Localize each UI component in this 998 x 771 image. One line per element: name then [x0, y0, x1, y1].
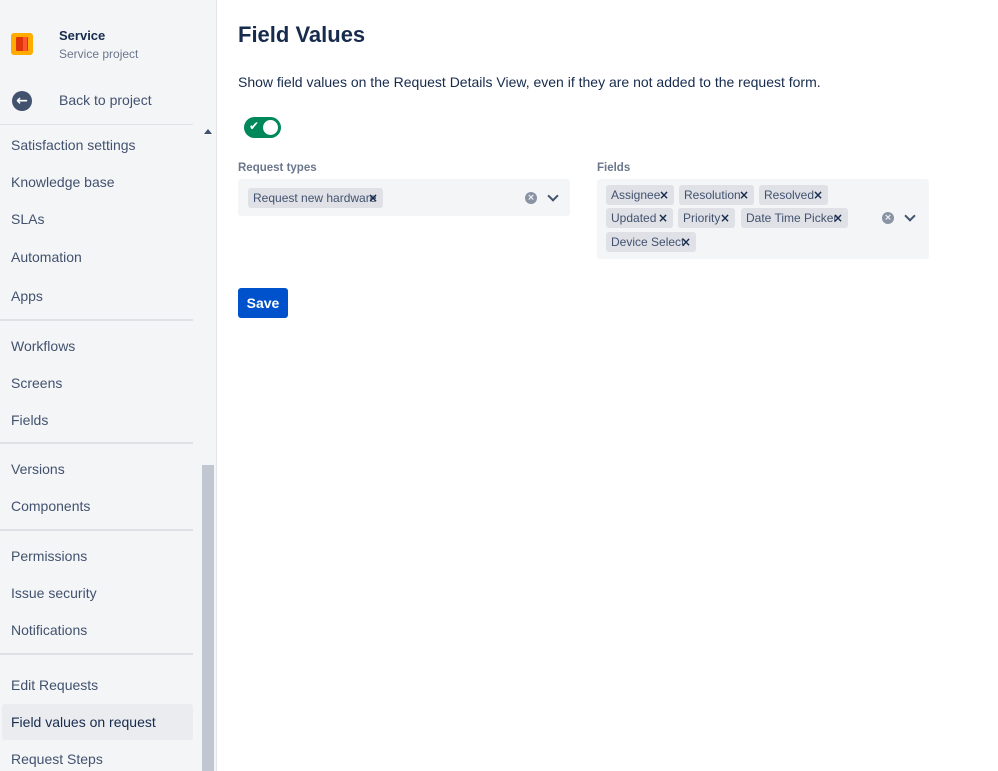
field-tag: Resolution × [679, 185, 754, 205]
sidebar-item-fields[interactable]: Fields [2, 402, 193, 438]
project-logo [11, 33, 33, 55]
remove-tag-icon[interactable]: × [658, 208, 668, 228]
clear-icon[interactable]: × [882, 212, 894, 224]
scrollbar-thumb[interactable] [202, 465, 214, 771]
project-header: Service Service project [0, 0, 200, 80]
page-description: Show field values on the Request Details… [238, 74, 821, 90]
clear-icon[interactable]: × [525, 192, 537, 204]
divider [0, 319, 193, 321]
sidebar-item-satisfaction-settings[interactable]: Satisfaction settings [2, 127, 193, 163]
tag-label: Priority [683, 211, 721, 225]
divider [0, 442, 193, 444]
sidebar-item-components[interactable]: Components [2, 488, 193, 524]
chevron-down-icon[interactable] [547, 190, 559, 202]
tag-label: Request new hardware [253, 191, 377, 205]
remove-tag-icon[interactable]: × [681, 232, 691, 252]
sidebar-item-workflows[interactable]: Workflows [2, 328, 193, 364]
back-to-project-link[interactable]: ← Back to project [0, 85, 200, 117]
flag-accent [23, 37, 27, 51]
sidebar-item-knowledge-base[interactable]: Knowledge base [2, 164, 193, 200]
tag-label: Updated [611, 211, 657, 225]
scroll-up-icon[interactable] [204, 129, 212, 134]
project-type: Service project [59, 47, 139, 61]
sidebar-item-apps[interactable]: Apps [2, 278, 193, 314]
request-type-tag: Request new hardware × [248, 188, 383, 208]
check-icon: ✔ [249, 119, 260, 133]
chevron-down-icon[interactable] [904, 210, 916, 222]
field-tag: Updated × [606, 208, 673, 228]
fields-label: Fields [597, 162, 631, 174]
sidebar-item-edit-requests[interactable]: Edit Requests [2, 667, 193, 703]
sidebar-item-versions[interactable]: Versions [2, 451, 193, 487]
project-name: Service [59, 28, 106, 43]
field-tag: Device Select × [606, 232, 696, 252]
remove-tag-icon[interactable]: × [659, 185, 669, 205]
settings-nav: Satisfaction settings Knowledge base SLA… [0, 125, 200, 771]
sidebar-item-automation[interactable]: Automation [2, 239, 193, 275]
remove-tag-icon[interactable]: × [813, 185, 823, 205]
request-types-label: Request types [238, 162, 317, 174]
sidebar-item-field-values-on-request[interactable]: Field values on request [2, 704, 193, 740]
sidebar: Service Service project ← Back to projec… [0, 0, 217, 771]
request-types-select[interactable]: Request new hardware × × [238, 179, 570, 216]
divider [0, 529, 193, 531]
sidebar-item-request-steps[interactable]: Request Steps [2, 741, 193, 771]
sidebar-item-screens[interactable]: Screens [2, 365, 193, 401]
back-to-project-label: Back to project [59, 92, 152, 108]
tag-label: Date Time Picker [746, 211, 838, 225]
field-tag: Assignee × [606, 185, 674, 205]
field-tag: Date Time Picker × [741, 208, 848, 228]
save-button[interactable]: Save [238, 288, 288, 318]
show-field-values-toggle[interactable]: ✔ [244, 117, 281, 138]
tag-label: Resolution [684, 188, 741, 202]
page-title: Field Values [238, 22, 366, 47]
tag-label: Device Select [611, 235, 685, 249]
remove-tag-icon[interactable]: × [368, 188, 378, 208]
sidebar-item-permissions[interactable]: Permissions [2, 538, 193, 574]
sidebar-scrollbar[interactable] [201, 125, 215, 771]
field-tag: Resolved × [759, 185, 828, 205]
tag-label: Resolved [764, 188, 815, 202]
remove-tag-icon[interactable]: × [739, 185, 749, 205]
sidebar-item-notifications[interactable]: Notifications [2, 612, 193, 648]
remove-tag-icon[interactable]: × [720, 208, 730, 228]
toggle-knob [263, 120, 278, 135]
arrow-left-icon: ← [12, 91, 32, 111]
field-tag: Priority × [678, 208, 735, 228]
divider [0, 653, 193, 655]
remove-tag-icon[interactable]: × [833, 208, 843, 228]
sidebar-item-issue-security[interactable]: Issue security [2, 575, 193, 611]
fields-select[interactable]: Assignee × Resolution × Resolved × Updat… [597, 179, 929, 259]
sidebar-item-slas[interactable]: SLAs [2, 201, 193, 237]
tag-label: Assignee [611, 188, 661, 202]
